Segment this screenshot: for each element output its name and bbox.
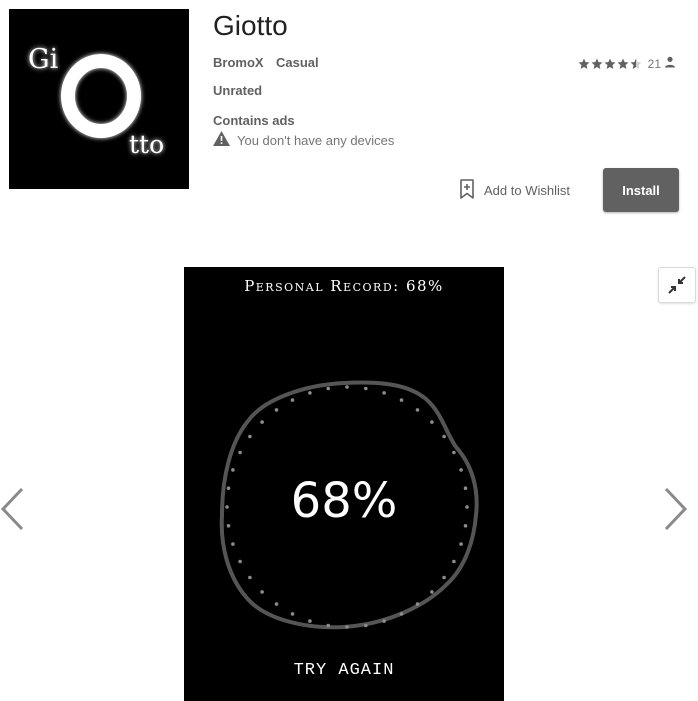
guide-dot bbox=[399, 398, 404, 402]
try-again-button[interactable]: TRY AGAIN bbox=[184, 661, 504, 680]
star-icon bbox=[617, 58, 629, 69]
star-icon bbox=[604, 58, 616, 69]
guide-dot bbox=[308, 391, 312, 395]
rating-stars bbox=[578, 58, 642, 70]
rating-count: 21 bbox=[647, 56, 661, 71]
developer-link[interactable]: BromoX bbox=[213, 55, 264, 70]
score-percent: 68% bbox=[290, 473, 398, 529]
guide-dot bbox=[442, 434, 446, 439]
guide-dot bbox=[459, 468, 463, 472]
install-button[interactable]: Install bbox=[603, 168, 679, 212]
star-icon bbox=[630, 58, 642, 69]
category-link[interactable]: Casual bbox=[276, 55, 319, 70]
guide-dot bbox=[442, 575, 446, 580]
game-screenshot[interactable]: Personal Record: 68% 68% TRY AGAIN bbox=[184, 267, 504, 701]
guide-dot bbox=[248, 434, 252, 439]
logo-text-gi: Gi bbox=[28, 44, 59, 75]
guide-dot bbox=[399, 612, 404, 616]
next-screenshot-button[interactable] bbox=[662, 487, 688, 536]
guide-dot bbox=[290, 398, 295, 402]
guide-dot bbox=[430, 420, 434, 424]
warning-icon bbox=[213, 131, 230, 149]
logo-text-tto: tto bbox=[129, 130, 164, 159]
app-icon: Gi tto bbox=[9, 9, 189, 189]
guide-dot bbox=[260, 590, 264, 594]
chevron-left-icon bbox=[0, 487, 24, 531]
guide-dot bbox=[274, 408, 279, 412]
exit-fullscreen-button[interactable] bbox=[658, 267, 696, 303]
guide-dot bbox=[248, 575, 252, 580]
guide-dot bbox=[231, 468, 235, 472]
guide-dot bbox=[382, 391, 386, 395]
logo-o-ring bbox=[61, 54, 141, 138]
guide-dot bbox=[290, 612, 295, 616]
devices-notice: You don't have any devices bbox=[213, 131, 394, 149]
guide-dot bbox=[452, 559, 456, 564]
guide-dot bbox=[274, 602, 279, 606]
guide-dot bbox=[231, 542, 235, 546]
guide-dot bbox=[459, 542, 463, 546]
guide-dot bbox=[260, 420, 264, 424]
guide-dot bbox=[415, 408, 420, 412]
star-icon bbox=[591, 58, 603, 69]
previous-screenshot-button[interactable] bbox=[0, 487, 26, 536]
guide-dot bbox=[238, 450, 242, 455]
guide-dot bbox=[326, 623, 330, 628]
guide-dot bbox=[430, 590, 434, 594]
guide-dot bbox=[238, 559, 242, 564]
add-to-wishlist-button[interactable]: Add to Wishlist bbox=[458, 179, 570, 202]
star-icon bbox=[578, 58, 590, 69]
guide-dot bbox=[308, 619, 312, 623]
rating-summary: 21 bbox=[578, 56, 676, 71]
devices-notice-text: You don't have any devices bbox=[237, 132, 395, 148]
exit-fullscreen-icon bbox=[668, 276, 686, 294]
guide-dot bbox=[364, 623, 368, 628]
guide-dot bbox=[452, 450, 456, 455]
guide-dot bbox=[364, 386, 368, 391]
bookmark-add-icon bbox=[458, 179, 476, 202]
guide-dot bbox=[382, 619, 386, 623]
guide-dot bbox=[345, 625, 349, 629]
ads-notice: Contains ads bbox=[213, 113, 295, 128]
guide-dot bbox=[345, 385, 349, 389]
chevron-right-icon bbox=[664, 487, 688, 531]
wishlist-label: Add to Wishlist bbox=[484, 183, 570, 198]
app-title: Giotto bbox=[213, 10, 288, 41]
guide-dot bbox=[326, 386, 330, 391]
person-icon bbox=[664, 56, 676, 71]
content-rating: Unrated bbox=[213, 83, 263, 98]
guide-dot bbox=[415, 602, 420, 606]
